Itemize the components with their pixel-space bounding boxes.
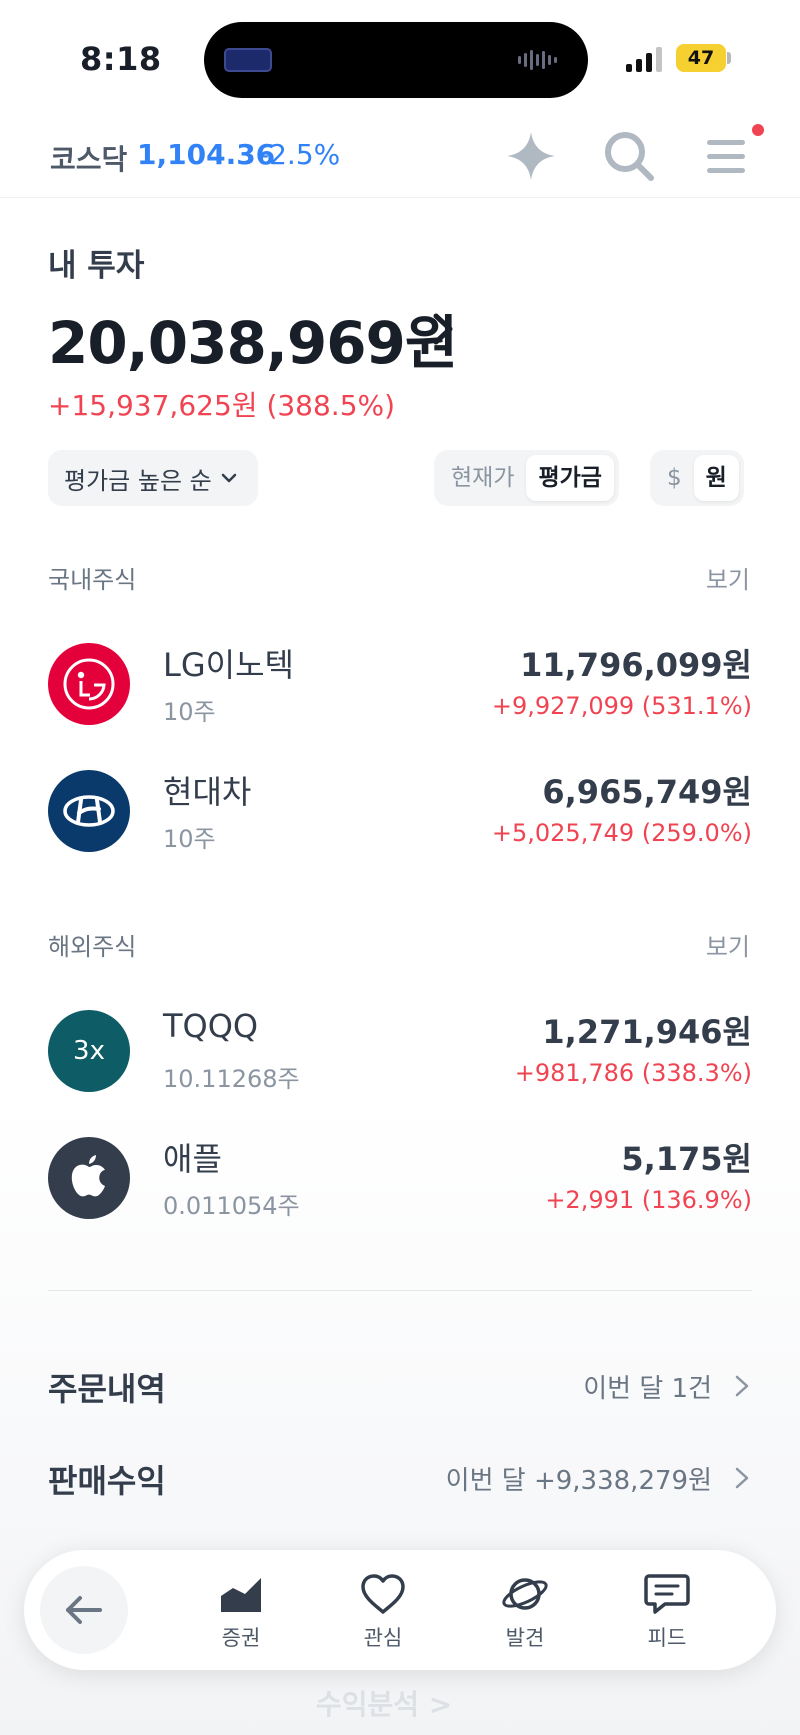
stock-gain: +9,927,099 (531.1%) (491, 692, 752, 720)
stock-quantity: 10.11268주 (163, 1065, 300, 1093)
stock-gain: +2,991 (136.9%) (545, 1186, 752, 1214)
chat-bubble-icon (644, 1574, 690, 1614)
tqqq-logo-icon: 3x (48, 1010, 130, 1092)
stock-name: 현대차 (163, 773, 252, 811)
nav-item-discover[interactable]: 발견 (475, 1572, 575, 1652)
chevron-down-icon (221, 473, 236, 483)
stock-value: 5,175원 (621, 1140, 752, 1178)
back-button[interactable] (40, 1566, 128, 1654)
stock-name: TQQQ (163, 1007, 259, 1045)
dynamic-island (204, 22, 588, 98)
section-divider (48, 1290, 752, 1291)
market-index-name[interactable]: 코스닥 (50, 138, 127, 178)
investment-total[interactable]: 20,038,969원 (48, 296, 458, 380)
stock-row-hyundai[interactable]: 현대차 10주 6,965,749원 +5,025,749 (259.0%) (48, 765, 752, 855)
sales-profit-value: 이번 달 +9,338,279원 (445, 1466, 712, 1496)
market-index-value[interactable]: 1,104.36 (137, 138, 275, 171)
stock-quantity: 10주 (163, 825, 216, 853)
stock-row-apple[interactable]: 애플 0.011054주 5,175원 +2,991 (136.9%) (48, 1132, 752, 1222)
planet-icon (502, 1578, 548, 1610)
battery-tip (727, 52, 731, 64)
sort-dropdown[interactable]: 평가금 높은 순 (48, 450, 258, 506)
menu-icon[interactable] (699, 128, 755, 184)
apple-logo-icon (48, 1137, 130, 1219)
stock-quantity: 10주 (163, 698, 216, 726)
stock-chart-icon (221, 1578, 261, 1612)
nav-item-securities[interactable]: 증권 (191, 1572, 291, 1652)
sort-label: 평가금 높은 순 (64, 466, 212, 495)
sparkle-icon[interactable] (503, 128, 559, 184)
domestic-view-link[interactable]: 보기 (706, 560, 750, 595)
chevron-right-icon (735, 1375, 749, 1397)
hyundai-logo-icon (48, 770, 130, 852)
order-history-label: 주문내역 (48, 1370, 166, 1408)
arrow-left-icon (66, 1596, 102, 1624)
chevron-right-icon[interactable] (428, 308, 460, 350)
chevron-right-icon (735, 1467, 749, 1489)
overseas-section-title: 해외주식 (48, 933, 137, 961)
toggle-usd[interactable]: $ (655, 455, 694, 501)
profit-analysis-link[interactable]: 수익분석 > (316, 1683, 452, 1723)
search-icon[interactable] (601, 128, 657, 184)
stock-quantity: 0.011054주 (163, 1192, 300, 1220)
sales-profit-row[interactable]: 판매수익 이번 달 +9,338,279원 (48, 1452, 752, 1502)
domestic-section-title: 국내주식 (48, 566, 137, 594)
stock-gain: +981,786 (338.3%) (514, 1059, 752, 1087)
order-history-value: 이번 달 1건 (583, 1374, 712, 1404)
status-bar: 8:18 47 (0, 0, 800, 110)
stock-row-tqqq[interactable]: 3x TQQQ 10.11268주 1,271,946원 +981,786 (3… (48, 1005, 752, 1095)
investment-gain: +15,937,625원 (388.5%) (48, 389, 396, 422)
overseas-view-link[interactable]: 보기 (706, 927, 750, 962)
toggle-valuation[interactable]: 평가금 (526, 455, 614, 501)
notification-badge (752, 124, 764, 136)
status-time: 8:18 (80, 40, 162, 78)
sales-profit-label: 판매수익 (48, 1462, 166, 1500)
currency-toggle: $ 원 (650, 450, 744, 506)
stock-value: 6,965,749원 (542, 773, 752, 811)
nav-label: 관심 (363, 1626, 403, 1650)
audio-waveform-icon (518, 48, 562, 72)
investment-label: 내 투자 (48, 248, 145, 284)
price-mode-toggle: 현재가 평가금 (434, 450, 619, 506)
stock-row-lg-innotek[interactable]: LG이노텍 10주 11,796,099원 +9,927,099 (531.1%… (48, 638, 752, 728)
app-header: 코스닥 1,104.36 -2.5% (0, 110, 800, 198)
nav-item-feed[interactable]: 피드 (617, 1572, 717, 1652)
stock-name: 애플 (163, 1140, 222, 1178)
lg-logo-icon (48, 643, 130, 725)
media-thumbnail-icon (224, 48, 272, 72)
nav-label: 발견 (505, 1626, 545, 1650)
stock-gain: +5,025,749 (259.0%) (491, 819, 752, 847)
order-history-row[interactable]: 주문내역 이번 달 1건 (48, 1360, 752, 1410)
heart-icon (361, 1574, 405, 1614)
market-index-change[interactable]: -2.5% (259, 138, 340, 171)
stock-value: 11,796,099원 (520, 646, 752, 684)
nav-item-watchlist[interactable]: 관심 (333, 1572, 433, 1652)
nav-label: 증권 (221, 1626, 261, 1650)
cellular-signal-icon (626, 46, 666, 72)
toggle-krw[interactable]: 원 (693, 455, 739, 501)
stock-name: LG이노텍 (163, 646, 294, 684)
toggle-current-price[interactable]: 현재가 (439, 455, 526, 501)
bottom-navigation: 증권 관심 발견 피드 (24, 1550, 776, 1670)
battery-icon: 47 (676, 44, 726, 72)
stock-value: 1,271,946원 (542, 1013, 752, 1051)
nav-label: 피드 (647, 1626, 687, 1650)
